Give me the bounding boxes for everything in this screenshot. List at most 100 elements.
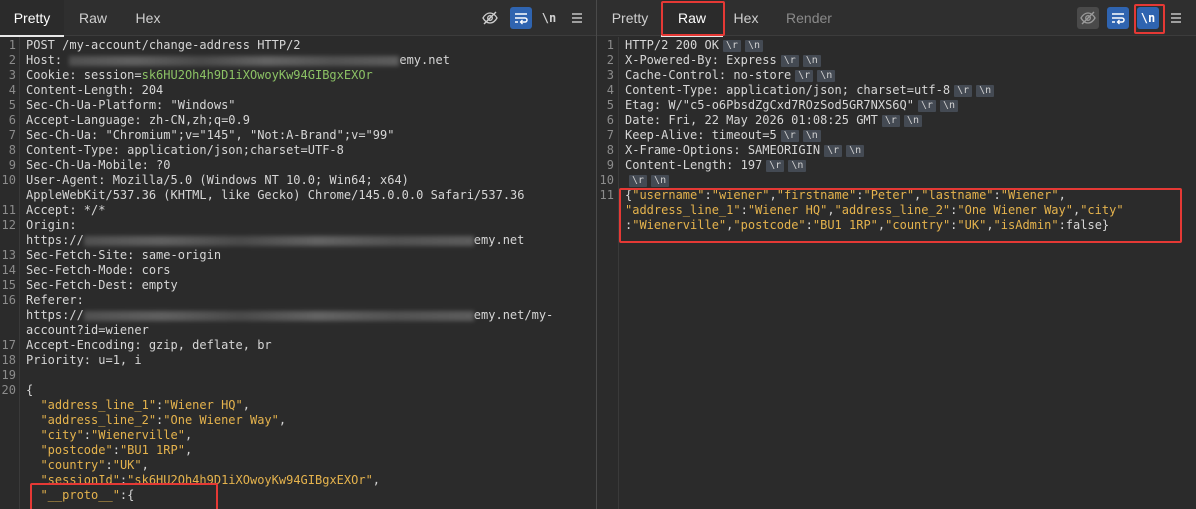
code-token: "wiener": [711, 188, 770, 202]
redacted-text: [69, 55, 400, 66]
code-token: "lastname": [921, 188, 994, 202]
line-code: "address_line_1":"Wiener HQ","address_li…: [625, 203, 1124, 218]
line-code: Cookie: session=sk6HU2Oh4h9D1iXOwoyKw94G…: [26, 68, 373, 83]
request-code-line: "__proto__":{: [0, 488, 596, 503]
code-token: :{: [119, 488, 135, 502]
code-token: Content-Type: application/json; charset=…: [625, 83, 951, 97]
code-token: Content-Length: 197: [625, 158, 763, 172]
request-code-line: https:// emy.net: [0, 233, 596, 248]
code-token: "address_line_2": [26, 413, 157, 427]
response-tab-render[interactable]: Render: [775, 0, 843, 36]
line-feed-marker: \n: [802, 130, 821, 142]
request-code-line: 1 POST /my-account/change-address HTTP/2: [0, 38, 596, 53]
request-pane: Pretty Raw Hex \n 1 POST /my-account/chan…: [0, 0, 596, 509]
line-number: 17: [1, 338, 16, 352]
request-code-line: 14 Sec-Fetch-Mode: cors: [0, 263, 596, 278]
line-code: User-Agent: Mozilla/5.0 (Windows NT 10.0…: [26, 173, 409, 188]
line-number: 2: [606, 53, 614, 67]
line-feed-marker: \n: [802, 55, 821, 67]
response-code-line: 5 Etag: W/"c5-o6PbsdZgCxd7ROzSod5GR7NXS6Q…: [597, 98, 1196, 113]
line-code: Date: Fri, 22 May 2026 01:08:25 GMT \r \n: [625, 113, 922, 128]
request-tab-raw[interactable]: Raw: [64, 0, 122, 36]
line-code: Etag: W/"c5-o6PbsdZgCxd7ROzSod5GR7NXS6Q"…: [625, 98, 959, 113]
request-editor[interactable]: 1 POST /my-account/change-address HTTP/2 2…: [0, 37, 596, 509]
line-code: HTTP/2 200 OK \r \n: [625, 38, 764, 53]
code-token: Keep-Alive: timeout=5: [625, 128, 777, 142]
line-number: 7: [606, 128, 614, 142]
line-feed-marker: \n: [846, 145, 865, 157]
code-token: AppleWebKit/537.36 (KHTML, like Gecko) C…: [26, 188, 525, 202]
code-token: "address_line_1": [26, 398, 157, 412]
line-code: Accept-Language: zh-CN,zh;q=0.9: [26, 113, 250, 128]
line-code: Accept: */*: [26, 203, 105, 218]
response-tab-raw[interactable]: Raw: [661, 0, 723, 37]
carriage-return-marker: \r: [795, 70, 814, 82]
response-code-line: 9 Content-Length: 197 \r \n: [597, 158, 1196, 173]
code-token: :: [83, 428, 92, 442]
code-token: Date: Fri, 22 May 2026 01:08:25 GMT: [625, 113, 878, 127]
carriage-return-marker: \r: [881, 115, 900, 127]
line-number: 9: [606, 158, 614, 172]
code-token: Sec-Ch-Ua-Mobile: ?0: [26, 158, 171, 172]
code-token: "city": [26, 428, 84, 442]
request-code-line: 12 Origin:: [0, 218, 596, 233]
newline-label: \n: [1140, 11, 1156, 25]
eye-slash-icon[interactable]: [479, 7, 501, 29]
response-code-line: 7 Keep-Alive: timeout=5 \r \n: [597, 128, 1196, 143]
code-token: sk6HU2Oh4h9D1iXOwoyKw94GIBgxEXOr: [141, 68, 373, 82]
code-token: X-Frame-Options: SAMEORIGIN: [625, 143, 821, 157]
carriage-return-marker: \r: [824, 145, 843, 157]
code-token: "UK": [957, 218, 987, 232]
line-code: Sec-Fetch-Dest: empty: [26, 278, 178, 293]
code-token: emy.net: [473, 233, 525, 247]
code-token: "sessionId": [26, 473, 120, 487]
line-number: 8: [606, 143, 614, 157]
code-token: account?id=wiener: [26, 323, 149, 337]
code-token: "UK": [112, 458, 142, 472]
request-code-line: 8 Content-Type: application/json;charset=…: [0, 143, 596, 158]
code-token: ,: [184, 428, 193, 442]
code-token: Origin:: [26, 218, 77, 232]
wrap-lines-icon[interactable]: [1107, 7, 1129, 29]
newline-icon[interactable]: \n: [538, 7, 560, 29]
code-token: "Wiener HQ": [163, 398, 243, 412]
code-token: "city": [1080, 203, 1124, 217]
request-code-line: 16 Referer:: [0, 293, 596, 308]
response-tab-hex[interactable]: Hex: [723, 0, 769, 36]
code-token: :: [993, 188, 1001, 202]
response-code-line: 4 Content-Type: application/json; charset…: [597, 83, 1196, 98]
line-number: 14: [1, 263, 16, 277]
response-editor[interactable]: 1 HTTP/2 200 OK \r \n 2 X-Powered-By: Express…: [597, 37, 1196, 509]
line-number: 11: [1, 203, 16, 217]
line-number: 9: [8, 158, 16, 172]
code-token: "country": [885, 218, 951, 232]
menu-icon[interactable]: [566, 7, 588, 29]
code-token: ,: [184, 443, 193, 457]
line-number: 12: [1, 218, 16, 232]
eye-slash-icon[interactable]: [1077, 7, 1099, 29]
line-code: Sec-Fetch-Site: same-origin: [26, 248, 221, 263]
code-token: Host:: [26, 53, 70, 67]
code-token: {: [26, 383, 34, 397]
request-tab-hex[interactable]: Hex: [122, 0, 174, 36]
code-token: Accept-Encoding: gzip, deflate, br: [26, 338, 272, 352]
code-token: POST /my-account/change-address HTTP/2: [26, 38, 301, 52]
request-code-line: 9 Sec-Ch-Ua-Mobile: ?0: [0, 158, 596, 173]
code-token: Priority: u=1, i: [26, 353, 142, 367]
code-token: "isAdmin": [993, 218, 1059, 232]
request-tab-pretty[interactable]: Pretty: [0, 0, 64, 37]
line-feed-marker: \n: [788, 160, 807, 172]
code-token: Accept: */*: [26, 203, 106, 217]
wrap-lines-icon[interactable]: [510, 7, 532, 29]
menu-icon[interactable]: [1165, 7, 1187, 29]
request-code-line: 19: [0, 368, 596, 383]
line-number: 4: [8, 83, 16, 97]
code-token: Etag: W/"c5-o6PbsdZgCxd7ROzSod5GR7NXS6Q": [625, 98, 914, 112]
response-tab-pretty[interactable]: Pretty: [601, 0, 659, 36]
code-token: "postcode": [733, 218, 806, 232]
carriage-return-marker: \r: [629, 175, 648, 187]
code-token: User-Agent: Mozilla/5.0 (Windows NT 10.0…: [26, 173, 409, 187]
code-token: "firstname": [776, 188, 857, 202]
newline-icon[interactable]: \n: [1137, 7, 1159, 29]
code-token: "Wiener": [1000, 188, 1059, 202]
